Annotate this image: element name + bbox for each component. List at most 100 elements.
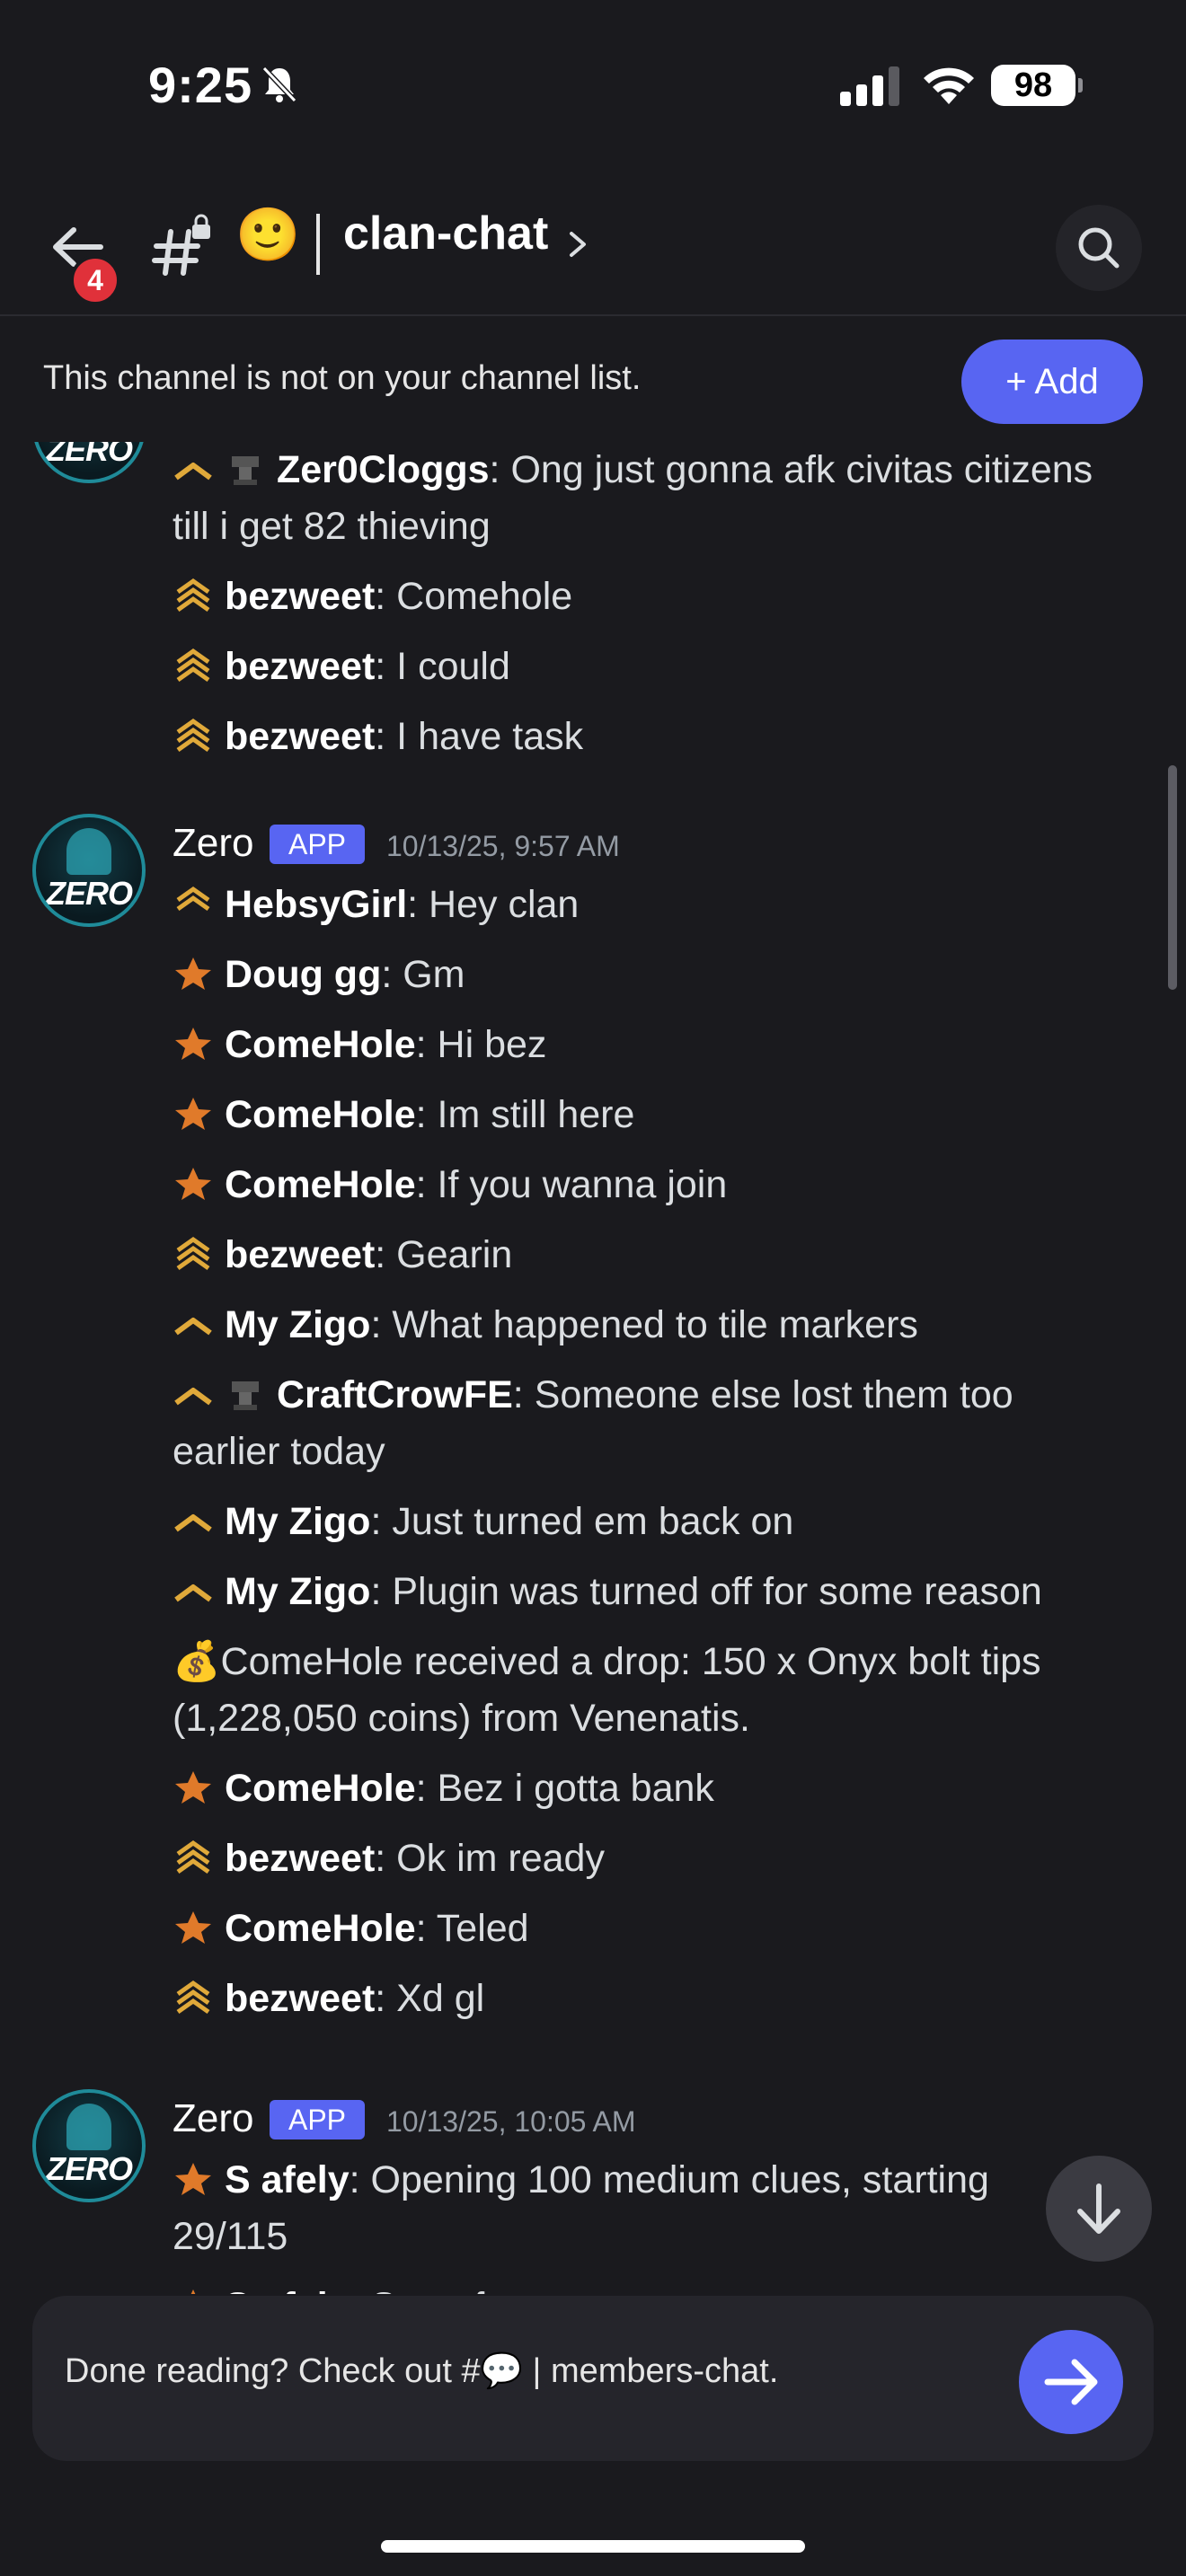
rank-crown-icon [174,1584,212,1602]
go-to-channel-button[interactable] [1019,2330,1123,2434]
rank-crown-icon [174,1388,212,1406]
message-text: : Ong just gonna afk civitas citizens [489,448,1093,491]
message-text: : Plugin was turned off for some reason [370,1570,1042,1613]
message-text: : Teled [415,1907,529,1950]
speech-bubble-emoji: 💬 [480,2352,523,2390]
message-username[interactable]: S afely [225,2158,350,2201]
rank-star-icon [175,1911,211,1944]
message-line[interactable]: ComeHole: Teled [173,1901,1161,1957]
message-text: : I have task [375,715,584,758]
message-line[interactable]: CraftCrowFE: Someone else lost them too [173,1367,1161,1424]
rank-star-icon [175,2163,211,2195]
home-indicator[interactable] [381,2540,805,2553]
add-channel-button[interactable]: + Add [961,340,1143,424]
message-line[interactable]: bezweet: I have task [173,709,1161,765]
message-line[interactable]: ComeHole: Bez i gotta bank [173,1760,1161,1817]
message-line[interactable]: bezweet: Comehole [173,569,1161,625]
message-line[interactable]: bezweet: Ok im ready [173,1831,1161,1887]
message-username[interactable]: ComeHole [225,1023,416,1066]
message-text: : Gm [381,953,465,996]
author-name[interactable]: Zero [173,821,253,866]
prompt-channel: | members-chat. [522,2352,779,2390]
message-line[interactable]: ComeHole: If you wanna join [173,1157,1161,1213]
message-line[interactable]: S afely: Sorry for spam [173,2279,1161,2294]
avatar[interactable]: ZERO [32,442,146,483]
message-line[interactable]: S afely: Opening 100 medium clues, start… [173,2152,1161,2209]
message-line[interactable]: Zer0Cloggs: Ong just gonna afk civitas c… [173,442,1161,498]
cell-signal-icon [840,66,899,106]
rank-star-icon [190,2289,196,2294]
message-username[interactable]: ComeHole [225,1907,416,1950]
channel-title[interactable]: clan-chat [343,207,548,260]
message-line[interactable]: bezweet: Xd gl [173,1971,1161,2027]
message-username[interactable]: My Zigo [225,1500,370,1543]
message-username[interactable]: HebsyGirl [225,883,407,926]
search-button[interactable] [1056,205,1142,291]
arrow-down-icon [1077,2183,1120,2234]
message-text: : Im still here [415,1093,635,1136]
rank-gold-chevron-icon [176,578,210,613]
hooded-figure-icon [66,828,111,875]
message-username[interactable]: bezweet [225,645,375,688]
avatar[interactable]: ZERO [32,814,146,927]
message-username[interactable]: ComeHole [225,1093,416,1136]
rank-crown-icon [174,1318,212,1336]
message-username[interactable]: bezweet [225,1837,375,1880]
message-text: : If you wanna join [415,1163,728,1206]
message-text: : I could [375,645,510,688]
message-text: : Comehole [375,575,573,618]
message-username[interactable]: S afely [225,2285,350,2294]
rank-star-icon [175,1771,211,1804]
message-line[interactable]: My Zigo: What happened to tile markers [173,1297,1161,1354]
message-text: : What happened to tile markers [370,1303,918,1346]
message-line[interactable]: bezweet: I could [173,639,1161,695]
avatar[interactable]: ZERO [32,2089,146,2202]
message-text: : Ok im ready [375,1837,605,1880]
rank-gold-chevron-icon [176,1236,210,1271]
message-username[interactable]: bezweet [225,575,375,618]
not-in-list-banner: This channel is not on your channel list… [0,316,1186,442]
drop-message[interactable]: 💰ComeHole received a drop: 150 x Onyx bo… [173,1634,1161,1690]
message-username[interactable]: CraftCrowFE [277,1373,513,1416]
rank-anvil-icon [232,1381,259,1410]
message-username[interactable]: bezweet [225,1977,375,2020]
message-line[interactable]: ComeHole: Im still here [173,1087,1161,1143]
message-line[interactable]: ComeHole: Hi bez [173,1017,1161,1073]
next-channel-prompt[interactable]: Done reading? Check out #💬 | members-cha… [32,2296,1154,2461]
message-text: : Someone else lost them too [512,1373,1013,1416]
rank-anvil-icon [232,456,259,485]
scrollbar[interactable] [1168,765,1177,990]
message-username[interactable]: Zer0Cloggs [277,448,490,491]
prompt-prefix: Done reading? Check out # [65,2352,481,2390]
message-continuation: till i get 82 thieving [173,505,491,548]
message-text: : Hey clan [407,883,580,926]
message-line[interactable]: My Zigo: Plugin was turned off for some … [173,1564,1161,1620]
rank-star-icon [175,1098,211,1130]
banner-text: This channel is not on your channel list… [43,359,642,397]
rank-gold-chevron-icon [176,1839,210,1875]
message-feed[interactable]: ZERO Zer0Cloggs: Ong just gonna afk civi… [0,442,1186,2294]
message-username[interactable]: bezweet [225,1233,375,1276]
message-username[interactable]: My Zigo [225,1570,370,1613]
message-text: : Sorry for spam [350,2285,624,2294]
wifi-icon [924,67,974,104]
message-line[interactable]: bezweet: Gearin [173,1227,1161,1284]
message-username[interactable]: ComeHole [225,1163,416,1206]
rank-gold-chevron-icon [176,886,210,912]
message-line[interactable]: My Zigo: Just turned em back on [173,1494,1161,1550]
chevron-right-icon[interactable] [564,219,591,269]
avatar-text: ZERO [45,875,133,912]
message-username[interactable]: bezweet [225,715,375,758]
rank-star-icon [175,1168,211,1200]
message-line[interactable]: HebsyGirl: Hey clan [173,877,1161,933]
avatar-text: ZERO [45,2150,133,2187]
message-text: : Opening 100 medium clues, starting [349,2158,989,2201]
prompt-text: Done reading? Check out #💬 | members-cha… [65,2351,778,2391]
jump-to-present-button[interactable] [1046,2156,1152,2262]
message-line[interactable]: Doug gg: Gm [173,947,1161,1003]
author-name[interactable]: Zero [173,2096,253,2141]
app-tag: APP [270,2100,365,2139]
message-username[interactable]: Doug gg [225,953,381,996]
message-username[interactable]: ComeHole [225,1767,416,1810]
message-username[interactable]: My Zigo [225,1303,370,1346]
